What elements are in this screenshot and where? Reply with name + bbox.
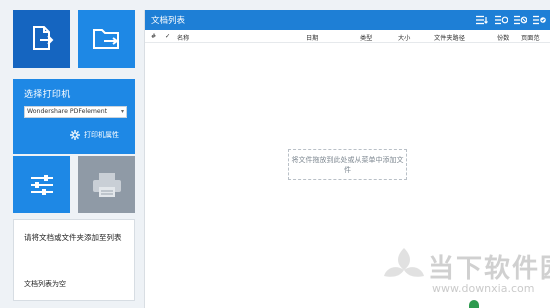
add-documents-message: 请将文档或文件夹添加至列表: [24, 233, 122, 242]
document-list-title: 文档列表: [151, 16, 186, 26]
drop-zone[interactable]: 将文件拖放到此处或从菜单中添加文件: [288, 149, 407, 180]
printer-properties-button[interactable]: 打印机属性: [70, 130, 119, 140]
column-check[interactable]: ✓: [165, 33, 170, 40]
column-folder-path[interactable]: 文件夹路径: [434, 33, 465, 42]
printer-label: 选择打印机: [24, 90, 71, 100]
list-sort-icon: [476, 15, 488, 25]
add-folder-icon: [92, 29, 119, 49]
gear-icon: [70, 130, 80, 140]
column-headers: # ✓ 名称 日期 类型 大小 文件夹路径 份数 页面范: [145, 30, 550, 43]
list-select-all-button[interactable]: [532, 13, 547, 27]
column-size[interactable]: 大小: [398, 33, 410, 42]
add-file-icon: [32, 26, 53, 50]
printer-dropdown[interactable]: Wondershare PDFelement ▾: [24, 106, 127, 118]
add-folder-button[interactable]: [78, 10, 135, 68]
sliders-icon: [30, 174, 53, 195]
watermark: 当下软件园 www.downxia.com: [380, 242, 550, 308]
column-date[interactable]: 日期: [306, 33, 318, 42]
column-page-range[interactable]: 页面范: [521, 33, 540, 42]
add-file-button[interactable]: [13, 10, 70, 68]
status-dot: [469, 300, 479, 308]
list-clear-button[interactable]: [494, 13, 509, 27]
settings-button[interactable]: [13, 156, 70, 213]
printer-panel: 选择打印机 Wondershare PDFelement ▾ 打印机属性: [13, 79, 135, 154]
list-remove-button[interactable]: [513, 13, 528, 27]
list-remove-icon: [514, 15, 527, 25]
printer-icon: [92, 172, 121, 197]
column-type[interactable]: 类型: [360, 33, 372, 42]
printer-properties-label: 打印机属性: [84, 131, 119, 139]
watermark-logo-icon: [384, 248, 424, 277]
list-clear-icon: [495, 15, 508, 25]
print-button[interactable]: [78, 156, 135, 213]
list-sort-button[interactable]: [475, 13, 490, 27]
watermark-url: www.downxia.com: [432, 282, 535, 295]
column-copies[interactable]: 份数: [497, 33, 509, 42]
list-check-icon: [533, 15, 546, 25]
info-panel: 请将文档或文件夹添加至列表 文档列表为空: [13, 219, 135, 301]
list-status: 文档列表为空: [24, 280, 66, 288]
column-index[interactable]: #: [151, 33, 156, 40]
printer-dropdown-value: Wondershare PDFelement: [27, 108, 108, 115]
chevron-down-icon: ▾: [120, 108, 124, 115]
column-name[interactable]: 名称: [177, 33, 189, 42]
document-list-header: 文档列表: [145, 10, 550, 30]
list-toolbar: [475, 13, 547, 27]
app-window: 选择打印机 Wondershare PDFelement ▾ 打印机属性 请将文…: [0, 0, 550, 308]
watermark-title: 当下软件园: [428, 254, 550, 284]
